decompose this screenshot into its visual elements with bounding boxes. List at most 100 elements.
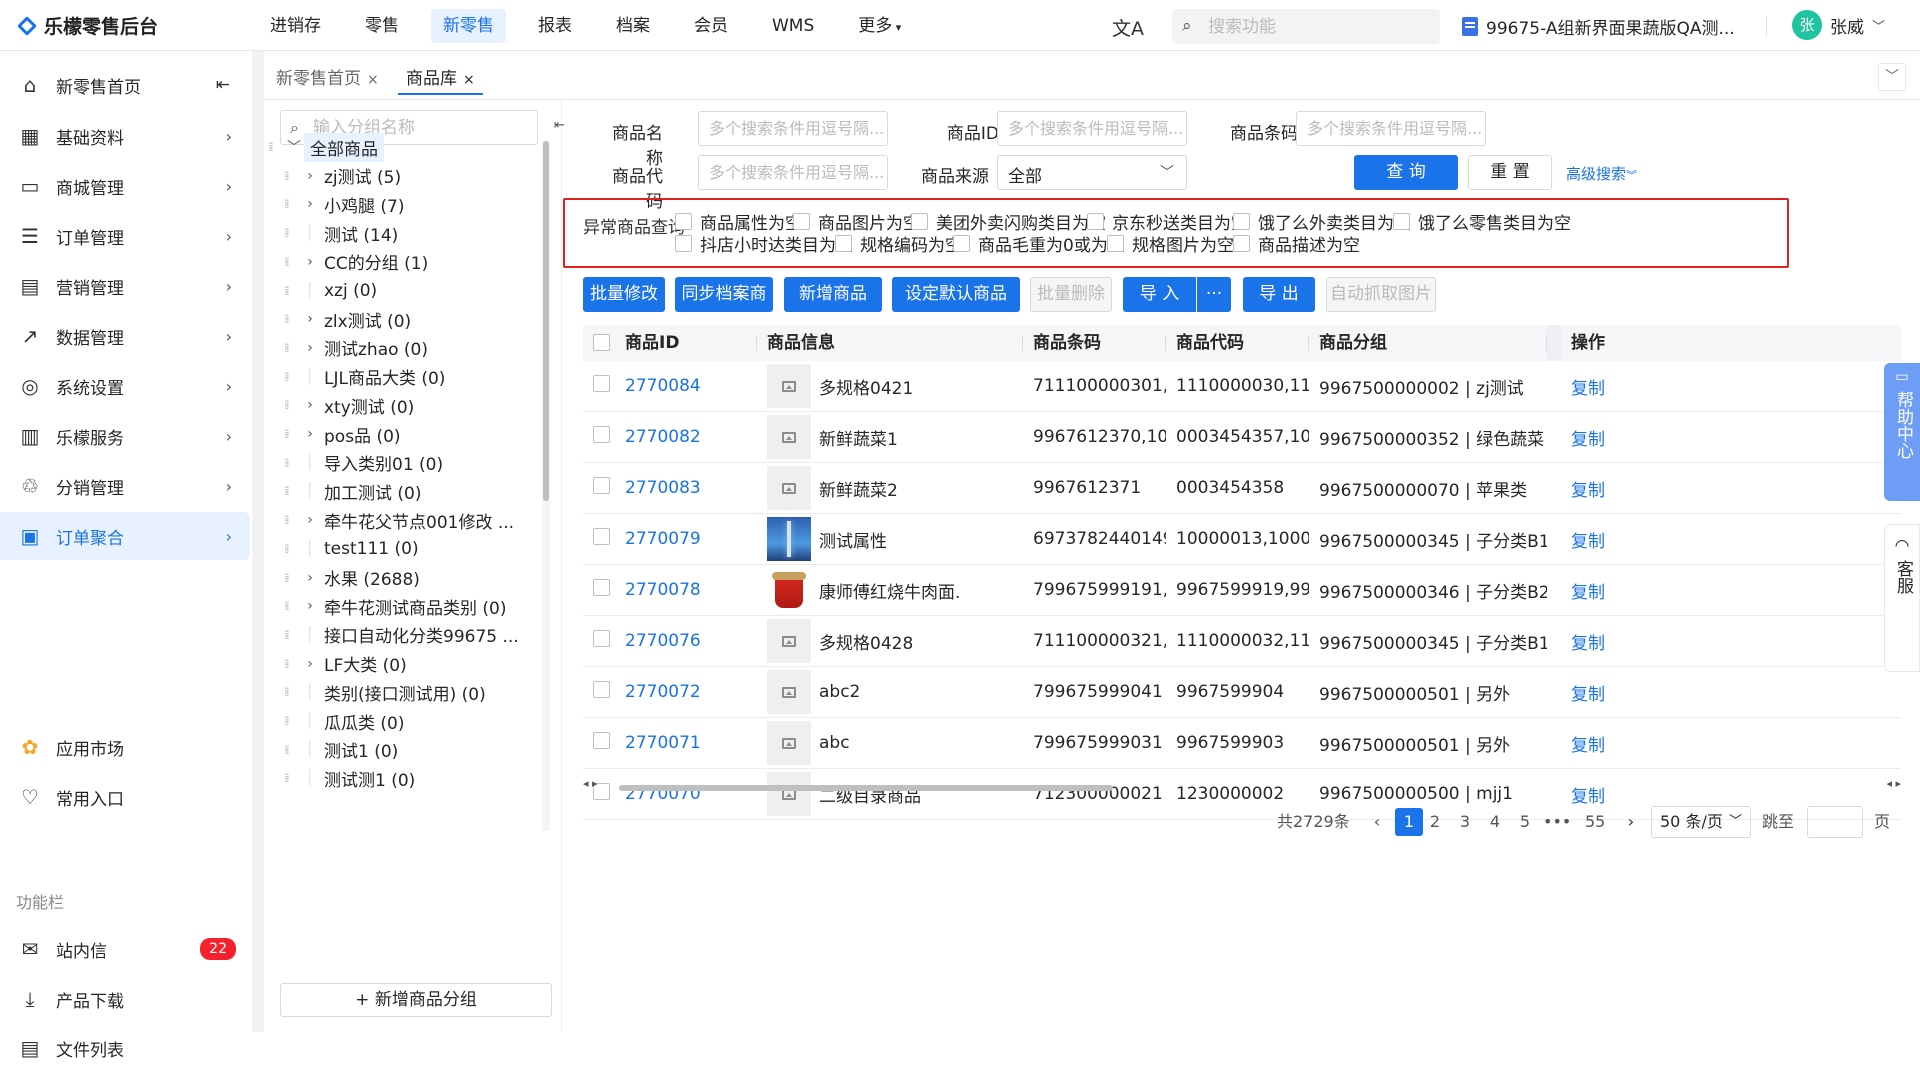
tree-node[interactable]: ⁞⁞ › xty测试 (0) — [284, 390, 418, 420]
chevron-right-icon[interactable]: › — [300, 340, 320, 356]
page-number[interactable]: 1 — [1395, 808, 1423, 836]
sidebar-item-distribution[interactable]: ♲ 分销管理 › — [0, 462, 250, 510]
reset-button[interactable]: 重 置 — [1468, 155, 1552, 190]
customer-service-button[interactable]: ◠ 客服 — [1884, 524, 1920, 672]
product-id-link[interactable]: 2770076 — [625, 631, 701, 651]
select-all-checkbox[interactable] — [593, 334, 610, 351]
app-logo[interactable]: 乐檬零售后台 — [16, 12, 158, 39]
copy-link[interactable]: 复制 — [1571, 430, 1605, 450]
product-name-field[interactable] — [698, 111, 888, 146]
product-code-input[interactable] — [699, 156, 887, 189]
table-horizontal-scrollbar[interactable]: ◂ ▸ ◂ ▸ — [583, 777, 1901, 793]
table-row[interactable]: 2770071 abc 799675999031 9967599903 99675000… — [583, 718, 1901, 769]
checkbox[interactable] — [835, 235, 852, 252]
tree-node[interactable]: ⁞⁞ │ 测试测1 (0) — [284, 763, 419, 793]
chevron-right-icon[interactable]: › — [300, 168, 320, 184]
tree-node[interactable]: ⁞⁞ │ 测试 (14) — [284, 218, 402, 248]
drag-handle-icon[interactable]: ⁞⁞ — [284, 226, 300, 240]
abnormal-option[interactable]: 规格图片为空 — [1107, 231, 1234, 256]
store-selector[interactable]: 99675-A组新界面果蔬版QA测... — [1462, 14, 1735, 39]
sidebar-item-marketing[interactable]: ▤ 营销管理 › — [0, 262, 250, 310]
product-id-link[interactable]: 2770071 — [625, 733, 701, 753]
tree-node[interactable]: ⁞⁞ › 牵牛花父节点001修改 ... — [284, 505, 518, 535]
abnormal-option[interactable]: 商品描述为空 — [1233, 231, 1360, 256]
tree-node[interactable]: ⁞⁞ │ 瓜瓜类 (0) — [284, 706, 408, 736]
tree-node[interactable]: ⁞⁞ › LF大类 (0) — [284, 649, 411, 679]
drag-handle-icon[interactable]: ⁞⁞ — [284, 370, 300, 384]
drag-handle-icon[interactable]: ⁞⁞ — [284, 197, 300, 211]
checkbox[interactable] — [911, 213, 928, 230]
tree-node[interactable]: ⁞⁞ › 测试zhao (0) — [284, 333, 432, 363]
table-row[interactable]: 2770084 多规格0421 711100000301,7111(11100000… — [583, 361, 1901, 412]
tab-product-library[interactable]: 商品库 × — [398, 63, 483, 95]
sidebar-item-home[interactable]: ⌂ 新零售首页 ⇤ — [0, 61, 250, 109]
product-id-link[interactable]: 2770079 — [625, 529, 701, 549]
row-checkbox[interactable] — [593, 477, 610, 494]
table-row[interactable]: 2770083 新鲜蔬菜2 9967612371 0003454358 99675000… — [583, 463, 1901, 514]
chevron-right-icon[interactable]: › — [300, 512, 320, 528]
drag-handle-icon[interactable]: ⁞⁞ — [284, 571, 300, 585]
tree-node[interactable]: ⁞⁞ › zj测试 (5) — [284, 161, 405, 191]
checkbox[interactable] — [1233, 235, 1250, 252]
add-product-button[interactable]: 新增商品 — [784, 277, 882, 312]
row-checkbox[interactable] — [593, 579, 610, 596]
function-search-input[interactable] — [1208, 9, 1428, 44]
page-number[interactable]: 2 — [1425, 808, 1445, 836]
sidebar-item-service[interactable]: ▥ 乐檬服务 › — [0, 412, 250, 460]
copy-link[interactable]: 复制 — [1571, 583, 1605, 603]
barcode-field[interactable] — [1296, 111, 1486, 146]
topnav-retail[interactable]: 零售 — [353, 9, 411, 43]
abnormal-option[interactable]: 抖店小时达类目为空 — [675, 231, 853, 256]
page-number[interactable]: 5 — [1515, 808, 1535, 836]
abnormal-option[interactable]: 规格编码为空 — [835, 231, 962, 256]
copy-link[interactable]: 复制 — [1571, 481, 1605, 501]
sidebar-item-data[interactable]: ↗ 数据管理 › — [0, 312, 250, 360]
batch-delete-button[interactable]: 批量删除 — [1030, 277, 1112, 312]
product-id-link[interactable]: 2770072 — [625, 682, 701, 702]
sidebar-item-app-market[interactable]: ✿ 应用市场 — [0, 723, 250, 771]
tree-node[interactable]: ⁞⁞ › zlx测试 (0) — [284, 304, 415, 334]
drag-handle-icon[interactable]: ⁞⁞ — [284, 657, 300, 671]
abnormal-option[interactable]: 商品毛重为0或为空 — [953, 231, 1125, 256]
product-id-link[interactable]: 2770083 — [625, 478, 701, 498]
collapse-sidebar-icon[interactable]: ⇤ — [216, 75, 230, 95]
sidebar-item-messages[interactable]: ✉ 站内信 22 — [0, 925, 250, 973]
drag-handle-icon[interactable]: ⁞⁞ — [284, 427, 300, 441]
sidebar-item-file-list[interactable]: ▤ 文件列表 — [0, 1024, 250, 1072]
chevron-right-icon[interactable]: › — [300, 196, 320, 212]
drag-handle-icon[interactable]: ⁞⁞ — [284, 484, 300, 498]
translate-icon[interactable]: 文A — [1112, 14, 1144, 41]
tree-node[interactable]: ⁞⁞ › 牵牛花测试商品类别 (0) — [284, 591, 510, 621]
checkbox[interactable] — [1393, 213, 1410, 230]
page-number[interactable]: 4 — [1485, 808, 1505, 836]
drag-handle-icon[interactable]: ⁞⁞ — [284, 628, 300, 642]
drag-handle-icon[interactable]: ⁞⁞ — [284, 398, 300, 412]
sidebar-item-download[interactable]: ⤓ 产品下载 — [0, 975, 250, 1023]
tree-node[interactable]: ⁞⁞ │ 类别(接口测试用) (0) — [284, 677, 490, 707]
drag-handle-icon[interactable]: ⁞⁞ — [284, 341, 300, 355]
drag-handle-icon[interactable]: ⁞⁞ — [284, 599, 300, 613]
tree-node[interactable]: ⁞⁞ › pos品 (0) — [284, 419, 405, 449]
scroll-right-icon[interactable]: ◂ ▸ — [1886, 777, 1901, 790]
checkbox[interactable] — [953, 235, 970, 252]
tree-node[interactable]: ⁞⁞ │ 导入类别01 (0) — [284, 448, 447, 478]
page-number[interactable]: 55 — [1585, 808, 1605, 836]
query-button[interactable]: 查 询 — [1354, 155, 1458, 190]
tree-node-root[interactable]: ⁞⁞ ﹀ 全部商品 — [268, 132, 384, 162]
checkbox[interactable] — [1087, 213, 1104, 230]
import-button[interactable]: 导 入 — [1123, 277, 1196, 312]
tree-node[interactable]: ⁞⁞ │ test111 (0) — [284, 534, 423, 564]
row-checkbox[interactable] — [593, 426, 610, 443]
barcode-input[interactable] — [1297, 112, 1485, 145]
product-id-link[interactable]: 2770082 — [625, 427, 701, 447]
sidebar-item-favorites[interactable]: ♡ 常用入口 — [0, 773, 250, 821]
scroll-thumb[interactable] — [543, 141, 549, 501]
source-select[interactable]: 全部 ﹀ — [997, 155, 1187, 190]
product-name-input[interactable] — [699, 112, 887, 145]
prev-page-icon[interactable]: ‹ — [1367, 808, 1387, 836]
drag-handle-icon[interactable]: ⁞⁞ — [284, 542, 300, 556]
topnav-archive[interactable]: 档案 — [604, 9, 662, 43]
scroll-left-icon[interactable]: ◂ ▸ — [583, 777, 598, 790]
row-checkbox[interactable] — [593, 681, 610, 698]
close-icon[interactable]: × — [367, 72, 379, 88]
